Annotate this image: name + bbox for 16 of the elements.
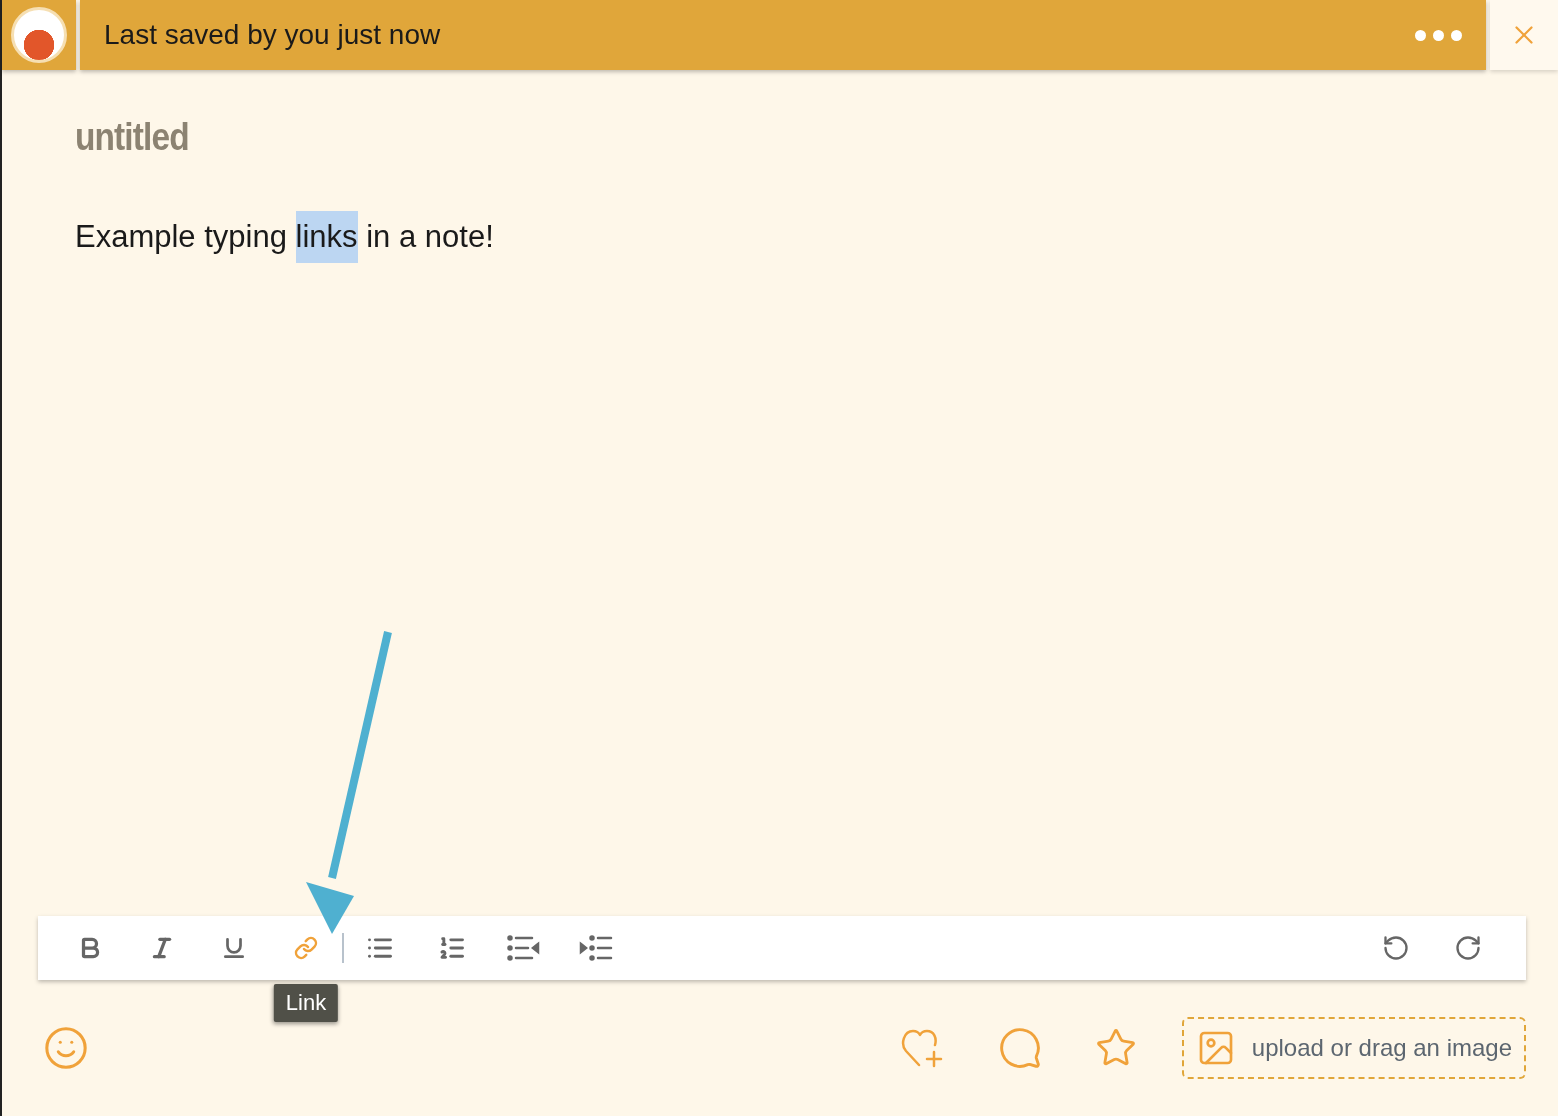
numbered-list-icon <box>438 934 466 962</box>
indent-icon <box>579 935 613 961</box>
smiley-icon <box>43 1025 89 1071</box>
tooltip: Link <box>273 984 339 1022</box>
outdent-icon <box>507 935 541 961</box>
note-title[interactable]: untitled <box>75 116 1316 159</box>
redo-icon <box>1454 934 1482 962</box>
speech-bubble-icon <box>997 1026 1042 1070</box>
save-status: Last saved by you just now <box>104 19 442 51</box>
selected-text: links <box>295 211 358 263</box>
underline-icon <box>221 935 247 961</box>
undo-icon <box>1382 934 1410 962</box>
link-icon <box>294 936 318 960</box>
image-upload-button[interactable]: upload or drag an image <box>1181 1017 1526 1079</box>
avatar[interactable] <box>11 7 67 63</box>
note-text[interactable]: Example typing links in a note! <box>75 211 1485 263</box>
